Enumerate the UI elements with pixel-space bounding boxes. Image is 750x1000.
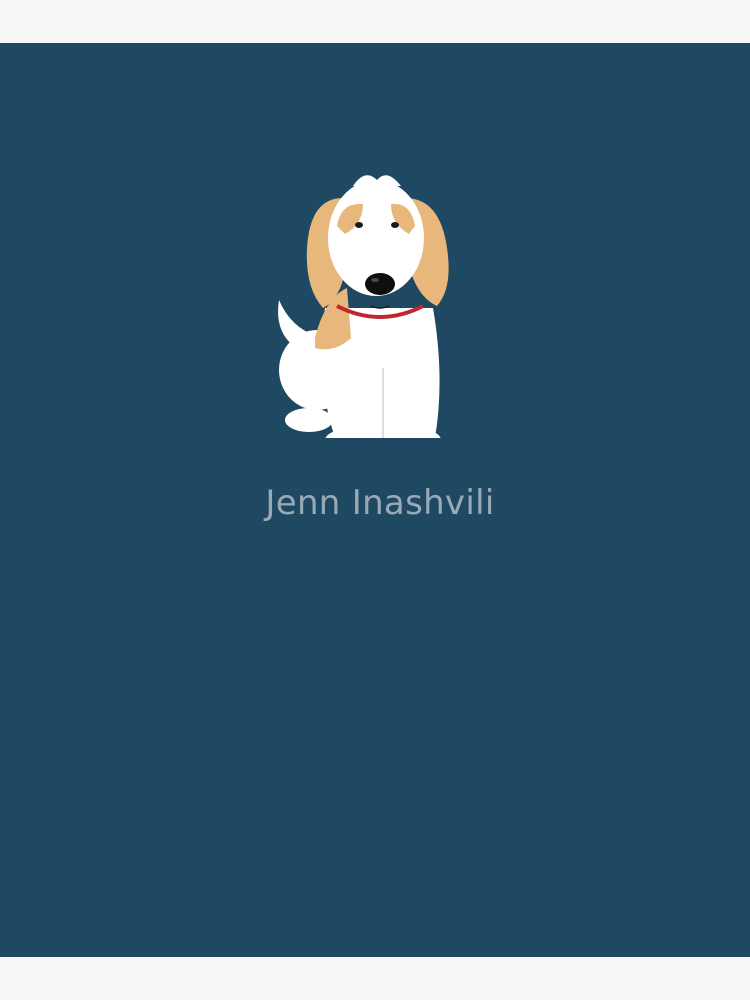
artwork-frame: Jenn Inashvili (0, 0, 750, 1000)
dog-illustration-icon (278, 175, 449, 438)
artist-name: Jenn Inashvili (265, 483, 495, 523)
artwork-canvas: Jenn Inashvili (0, 43, 750, 957)
